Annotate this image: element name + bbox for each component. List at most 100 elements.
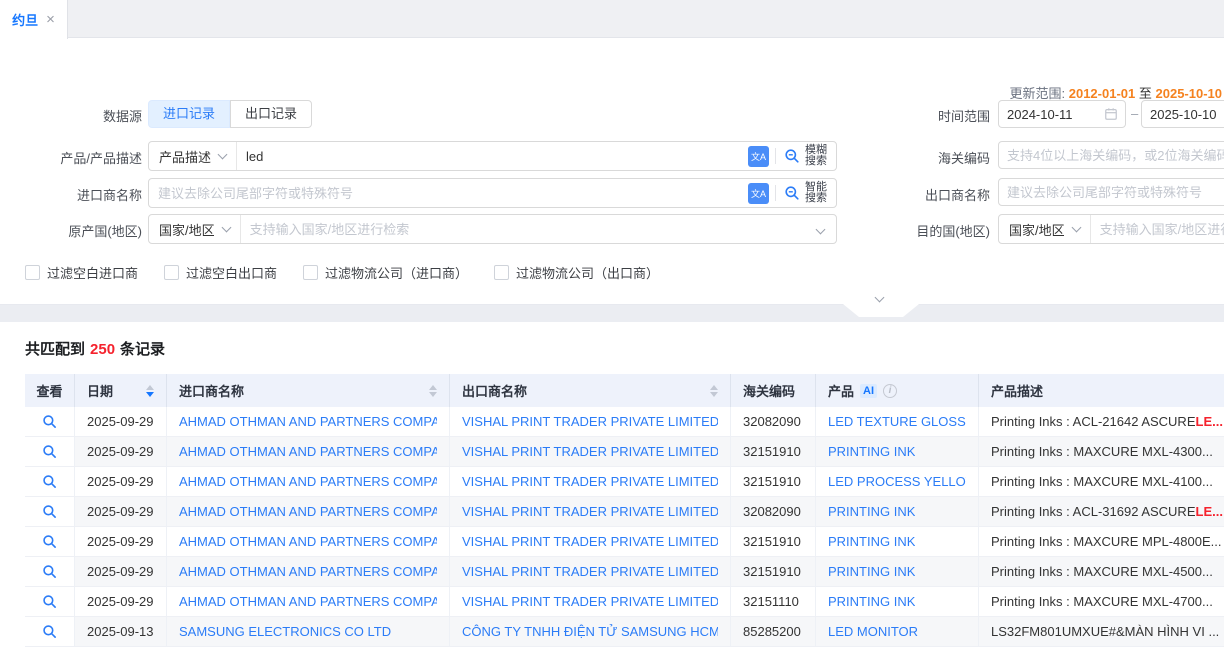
hs-code-input[interactable]	[998, 141, 1224, 169]
view-record-button[interactable]	[42, 444, 57, 459]
hs-code-label: 海关编码	[868, 148, 990, 167]
tab-close-icon[interactable]: ×	[46, 11, 55, 28]
importer-link[interactable]: AHMAD OTHMAN AND PARTNERS COMPA...	[179, 534, 437, 549]
product-link[interactable]: LED TEXTURE GLOSS ...	[828, 414, 966, 429]
importer-link[interactable]: AHMAD OTHMAN AND PARTNERS COMPA...	[179, 474, 437, 489]
checkbox-filter-blank-importer[interactable]: 过滤空白进口商	[25, 263, 138, 282]
origin-country-input[interactable]	[241, 222, 813, 237]
exporter-link[interactable]: VISHAL PRINT TRADER PRIVATE LIMITED	[462, 534, 718, 549]
header-importer: 进口商名称	[167, 374, 450, 407]
origin-country-select[interactable]: 国家/地区	[149, 215, 241, 243]
exporter-label: 出口商名称	[868, 185, 990, 204]
description-cell: LS32FM801UMXUE#&MÀN HÌNH VI ...	[979, 617, 1224, 646]
importer-link[interactable]: AHMAD OTHMAN AND PARTNERS COMPA...	[179, 414, 437, 429]
table-row: 2025-09-29AHMAD OTHMAN AND PARTNERS COMP…	[25, 497, 1224, 527]
exporter-link[interactable]: VISHAL PRINT TRADER PRIVATE LIMITED	[462, 474, 718, 489]
product-type-select[interactable]: 产品描述	[149, 142, 237, 170]
view-record-button[interactable]	[42, 624, 57, 639]
product-select-value: 产品描述	[159, 147, 211, 166]
view-cell	[25, 527, 75, 556]
product-link[interactable]: LED MONITOR	[828, 624, 918, 639]
exporter-cell: VISHAL PRINT TRADER PRIVATE LIMITED	[450, 557, 731, 586]
exporter-link[interactable]: VISHAL PRINT TRADER PRIVATE LIMITED	[462, 444, 718, 459]
exporter-link[interactable]: VISHAL PRINT TRADER PRIVATE LIMITED	[462, 504, 718, 519]
destination-country-select[interactable]: 国家/地区	[999, 215, 1091, 243]
header-label: 查看	[36, 381, 62, 400]
importer-link[interactable]: SAMSUNG ELECTRONICS CO LTD	[179, 624, 391, 639]
header-label: 出口商名称	[462, 381, 527, 400]
hs-code-cell: 32151910	[731, 557, 816, 586]
view-record-button[interactable]	[42, 414, 57, 429]
importer-link[interactable]: AHMAD OTHMAN AND PARTNERS COMPA...	[179, 444, 437, 459]
fuzzy-search-button[interactable]: 模糊搜索	[776, 145, 836, 167]
header-label: 进口商名称	[179, 381, 244, 400]
view-cell	[25, 497, 75, 526]
product-link[interactable]: PRINTING INK	[828, 534, 915, 549]
time-end-input[interactable]	[1141, 100, 1224, 128]
export-records-button[interactable]: 出口记录	[230, 100, 312, 128]
view-record-button[interactable]	[42, 474, 57, 489]
product-link[interactable]: LED PROCESS YELLOW...	[828, 474, 966, 489]
product-link[interactable]: PRINTING INK	[828, 594, 915, 609]
checkbox-filter-logistics-importer[interactable]: 过滤物流公司（进口商）	[303, 263, 468, 282]
view-record-button[interactable]	[42, 504, 57, 519]
import-records-button[interactable]: 进口记录	[148, 100, 230, 128]
product-link[interactable]: PRINTING INK	[828, 444, 915, 459]
view-record-button[interactable]	[42, 594, 57, 609]
sort-control-importer[interactable]	[429, 385, 437, 397]
description-text: Printing Inks : ACL-21642 ASCURE	[991, 414, 1196, 429]
exporter-link[interactable]: VISHAL PRINT TRADER PRIVATE LIMITED	[462, 594, 718, 609]
view-cell	[25, 587, 75, 616]
importer-cell: AHMAD OTHMAN AND PARTNERS COMPA...	[167, 557, 450, 586]
sort-control-date[interactable]	[146, 385, 154, 397]
product-label: 产品/产品描述	[20, 148, 142, 167]
info-icon[interactable]: i	[883, 384, 897, 398]
translate-icon[interactable]: 文A	[748, 146, 769, 167]
product-link[interactable]: PRINTING INK	[828, 564, 915, 579]
date-cell: 2025-09-13	[75, 617, 167, 646]
importer-link[interactable]: AHMAD OTHMAN AND PARTNERS COMPA...	[179, 564, 437, 579]
hs-code-cell: 32151910	[731, 437, 816, 466]
importer-cell: AHMAD OTHMAN AND PARTNERS COMPA...	[167, 467, 450, 496]
destination-country-input[interactable]	[1091, 222, 1224, 237]
checkbox-filter-logistics-exporter[interactable]: 过滤物流公司（出口商）	[494, 263, 659, 282]
importer-search-group: 文A 智能搜索	[148, 178, 837, 208]
time-range-label: 时间范围	[868, 106, 990, 125]
header-view: 查看	[25, 374, 75, 407]
exporter-search-input[interactable]	[998, 178, 1224, 206]
product-search-input[interactable]	[237, 149, 742, 164]
checkbox-icon[interactable]	[164, 265, 179, 280]
tab-jordan[interactable]: 约旦 ×	[0, 0, 68, 39]
sort-control-exporter[interactable]	[710, 385, 718, 397]
description-highlight: LE...	[1196, 504, 1223, 519]
importer-link[interactable]: AHMAD OTHMAN AND PARTNERS COMPA...	[179, 594, 437, 609]
importer-search-input[interactable]	[149, 186, 742, 201]
view-record-button[interactable]	[42, 564, 57, 579]
exporter-link[interactable]: CÔNG TY TNHH ĐIỆN TỬ SAMSUNG HCMC...	[462, 624, 718, 639]
product-link[interactable]: PRINTING INK	[828, 504, 915, 519]
tab-bar: 约旦 ×	[0, 0, 1224, 38]
importer-link[interactable]: AHMAD OTHMAN AND PARTNERS COMPA...	[179, 504, 437, 519]
exporter-link[interactable]: VISHAL PRINT TRADER PRIVATE LIMITED	[462, 564, 718, 579]
importer-cell: AHMAD OTHMAN AND PARTNERS COMPA...	[167, 437, 450, 466]
table-row: 2025-09-29AHMAD OTHMAN AND PARTNERS COMP…	[25, 587, 1224, 617]
checkbox-icon[interactable]	[25, 265, 40, 280]
importer-cell: AHMAD OTHMAN AND PARTNERS COMPA...	[167, 587, 450, 616]
exporter-cell: CÔNG TY TNHH ĐIỆN TỬ SAMSUNG HCMC...	[450, 617, 731, 646]
checkbox-filter-blank-exporter[interactable]: 过滤空白出口商	[164, 263, 277, 282]
header-product: 产品 AI i	[816, 374, 979, 407]
datasource-label: 数据源	[20, 106, 142, 125]
smart-search-button[interactable]: 智能搜索	[776, 182, 836, 204]
tab-label: 约旦	[12, 10, 38, 29]
view-record-button[interactable]	[42, 534, 57, 549]
checkbox-icon[interactable]	[494, 265, 509, 280]
product-cell: LED MONITOR	[816, 617, 979, 646]
checkbox-icon[interactable]	[303, 265, 318, 280]
description-cell: Printing Inks : MAXCURE MXL-4500...	[979, 557, 1224, 586]
update-range-end: 2025-10-10	[1156, 86, 1223, 101]
exporter-link[interactable]: VISHAL PRINT TRADER PRIVATE LIMITED	[462, 414, 718, 429]
translate-icon[interactable]: 文A	[748, 183, 769, 204]
product-cell: LED PROCESS YELLOW...	[816, 467, 979, 496]
records-table: 查看 日期 进口商名称 出口商名称 海关编码 产品 AI i	[25, 374, 1224, 647]
calendar-icon[interactable]	[1104, 107, 1118, 124]
